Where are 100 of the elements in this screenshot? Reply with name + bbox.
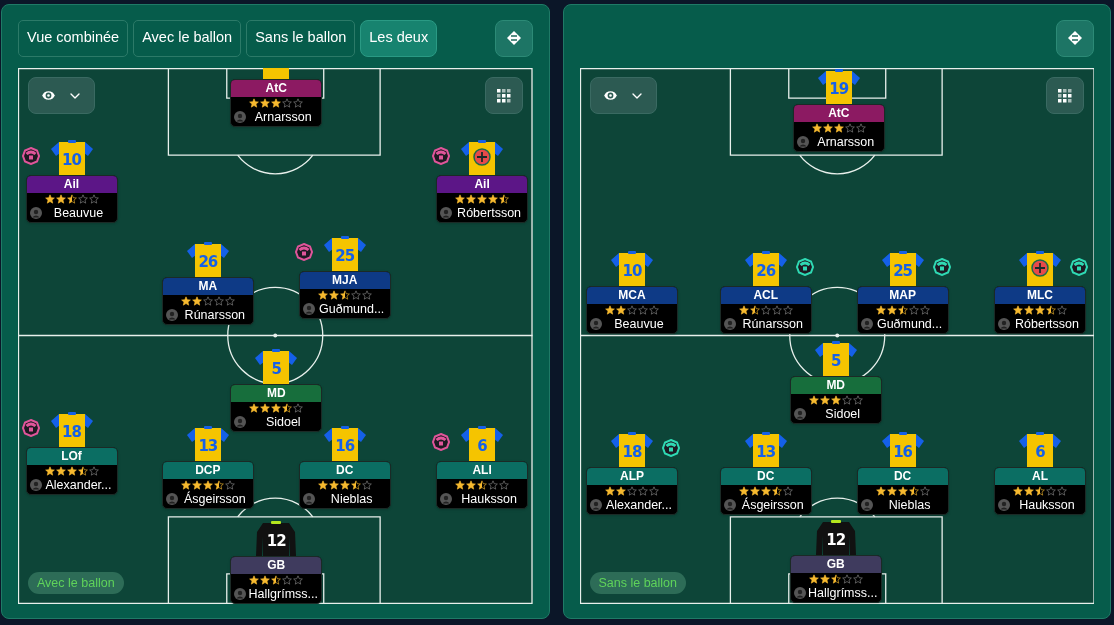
star-icon bbox=[249, 574, 260, 585]
player-card[interactable]: MCA Beauvue bbox=[585, 285, 678, 334]
player-card[interactable]: AtC Arnarsson bbox=[792, 103, 885, 152]
jersey-number: 18 bbox=[621, 441, 643, 462]
star-icon bbox=[249, 97, 260, 108]
player-card[interactable]: DC Nieblas bbox=[856, 466, 949, 515]
player-card[interactable]: Ail Róbertsson bbox=[436, 175, 529, 224]
player-name: Hallgrímss... bbox=[248, 585, 318, 602]
player-card[interactable]: GB Hallgrímss... bbox=[230, 555, 323, 604]
star-icon bbox=[66, 194, 77, 205]
star-icon bbox=[293, 97, 304, 108]
star-icon bbox=[317, 289, 328, 300]
star-icon bbox=[648, 485, 659, 496]
star-icon bbox=[626, 304, 637, 315]
jersey-number: 13 bbox=[197, 435, 219, 456]
jersey-number: 26 bbox=[197, 251, 219, 272]
star-icon bbox=[1034, 485, 1045, 496]
star-icon bbox=[249, 402, 260, 413]
position-label: MD bbox=[790, 376, 881, 394]
player-card[interactable]: DCP Ásgeirsson bbox=[161, 460, 254, 509]
star-icon bbox=[908, 304, 919, 315]
star-icon bbox=[604, 304, 615, 315]
player-card[interactable]: DC Ásgeirsson bbox=[719, 466, 812, 515]
star-icon bbox=[224, 479, 235, 490]
jersey-number: 16 bbox=[892, 441, 914, 462]
star-icon bbox=[55, 466, 66, 477]
person-icon bbox=[793, 586, 806, 599]
visibility-dropdown[interactable] bbox=[28, 77, 95, 114]
position-label: AL bbox=[994, 467, 1085, 485]
view-tab[interactable]: Les deux bbox=[360, 19, 438, 57]
person-icon bbox=[234, 587, 247, 600]
star-icon bbox=[271, 97, 282, 108]
star-icon bbox=[282, 574, 293, 585]
player-card[interactable]: MAP Guðmund... bbox=[856, 285, 949, 334]
star-icon bbox=[350, 479, 361, 490]
star-icon bbox=[88, 466, 99, 477]
star-icon bbox=[738, 485, 749, 496]
player-name: Hauksson bbox=[1019, 496, 1075, 513]
position-label: DC bbox=[299, 461, 390, 479]
view-tab[interactable]: Avec le ballon bbox=[133, 19, 242, 57]
star-icon bbox=[202, 295, 213, 306]
player-card[interactable]: MD Sidoel bbox=[230, 383, 323, 432]
star-icon bbox=[361, 289, 372, 300]
person-icon bbox=[440, 492, 453, 505]
player-card[interactable]: MJA Guðmund... bbox=[298, 270, 391, 319]
player-card[interactable]: MD Sidoel bbox=[789, 375, 882, 424]
grid-icon bbox=[496, 88, 511, 103]
player-card[interactable]: GB Hallgrímss... bbox=[789, 554, 882, 603]
star-icon bbox=[317, 479, 328, 490]
jersey-number: 10 bbox=[61, 150, 83, 171]
grid-icon bbox=[1058, 88, 1072, 103]
star-icon bbox=[180, 479, 191, 490]
player-card[interactable]: MLC Róbertsson bbox=[993, 285, 1086, 334]
star-icon bbox=[1045, 304, 1056, 315]
player-card[interactable]: AtC Arnarsson bbox=[230, 78, 323, 127]
person-icon bbox=[723, 317, 736, 330]
player-card[interactable]: MA Rúnarsson bbox=[161, 276, 254, 325]
swap-view-button[interactable] bbox=[1056, 19, 1094, 57]
jersey-number: 26 bbox=[755, 260, 777, 281]
player-card[interactable]: ACL Rúnarsson bbox=[719, 285, 812, 334]
star-icon bbox=[822, 122, 833, 133]
position-label: ALP bbox=[586, 467, 677, 485]
position-label: DC bbox=[857, 467, 948, 485]
person-icon bbox=[589, 317, 602, 330]
view-tab[interactable]: Sans le ballon bbox=[246, 19, 356, 57]
player-card[interactable]: Ail Beauvue bbox=[25, 175, 118, 224]
player-name: Ásgeirsson bbox=[741, 496, 804, 513]
person-icon bbox=[165, 492, 178, 505]
person-icon bbox=[589, 498, 602, 511]
player-card[interactable]: ALP Alexander... bbox=[585, 466, 678, 515]
visibility-dropdown[interactable] bbox=[589, 77, 657, 114]
player-name: Arnarsson bbox=[254, 108, 312, 125]
player-card[interactable]: DC Nieblas bbox=[298, 460, 391, 509]
star-icon bbox=[191, 295, 202, 306]
person-icon bbox=[796, 135, 809, 148]
jersey-number: 12 bbox=[265, 530, 287, 551]
star-icon bbox=[852, 394, 863, 405]
grid-button[interactable] bbox=[484, 77, 523, 114]
position-label: ACL bbox=[720, 286, 811, 304]
star-icon bbox=[811, 122, 822, 133]
position-label: MJA bbox=[299, 271, 390, 289]
person-icon bbox=[302, 302, 315, 315]
star-icon bbox=[350, 289, 361, 300]
player-name: Alexander... bbox=[45, 477, 112, 494]
grid-button[interactable] bbox=[1046, 77, 1084, 114]
player-card[interactable]: LOf Alexander... bbox=[25, 447, 118, 496]
view-tab[interactable]: Vue combinée bbox=[18, 19, 129, 57]
swap-view-button[interactable] bbox=[494, 19, 533, 57]
star-icon bbox=[66, 466, 77, 477]
position-label: ALI bbox=[437, 461, 528, 479]
person-icon bbox=[165, 308, 178, 321]
player-card[interactable]: AL Hauksson bbox=[993, 466, 1086, 515]
person-icon bbox=[440, 207, 453, 220]
person-icon bbox=[29, 207, 42, 220]
star-icon bbox=[855, 122, 866, 133]
jersey-number: 10 bbox=[621, 260, 643, 281]
star-icon bbox=[88, 194, 99, 205]
player-card[interactable]: ALI Hauksson bbox=[436, 460, 529, 509]
star-icon bbox=[260, 97, 271, 108]
swap-icon bbox=[505, 30, 522, 46]
